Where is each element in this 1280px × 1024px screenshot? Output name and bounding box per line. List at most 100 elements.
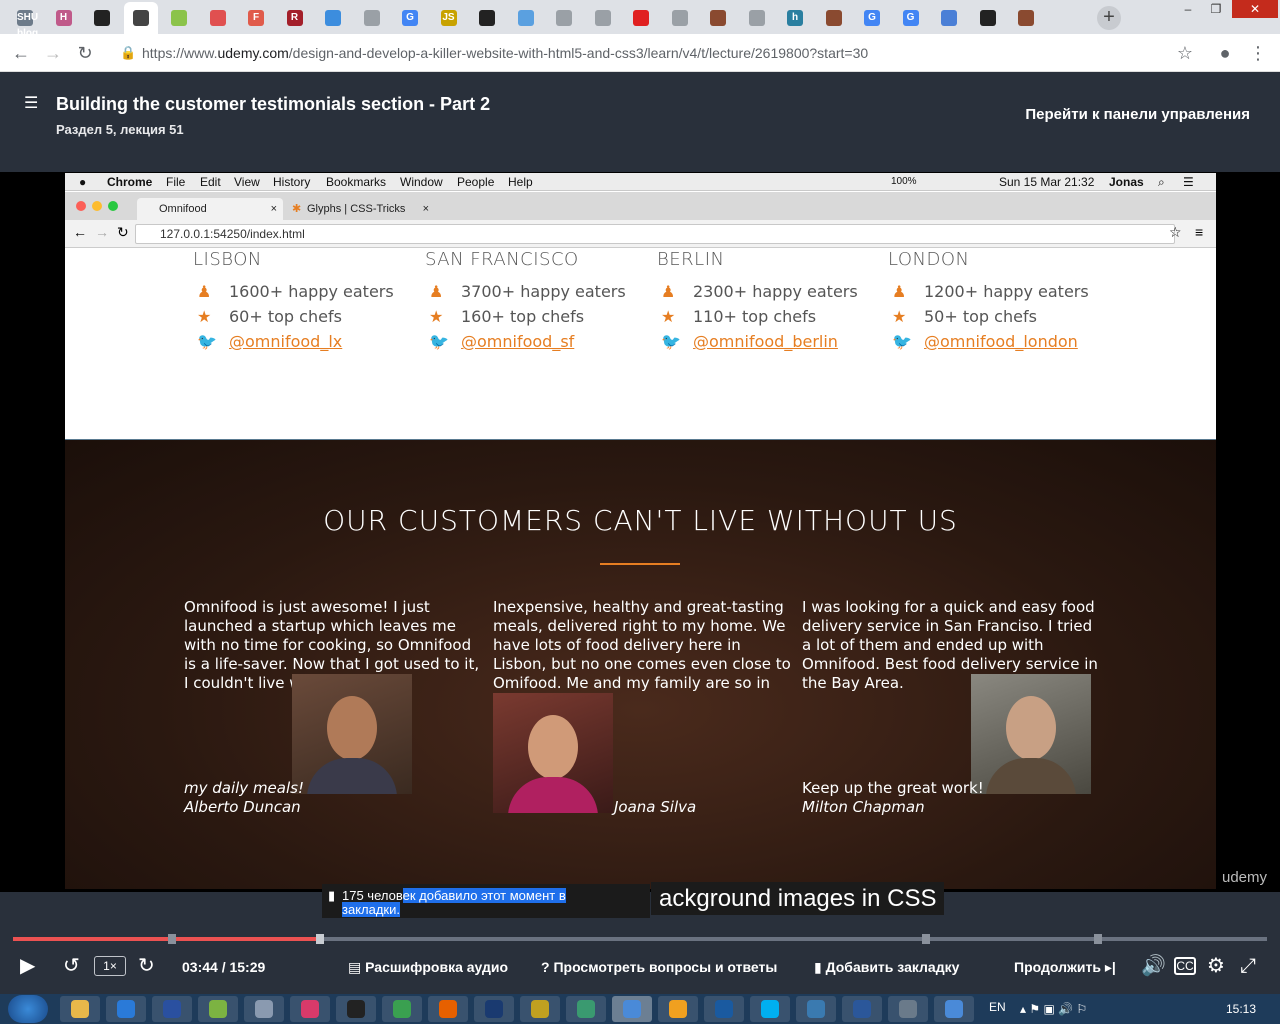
browser-tab[interactable]: R [278, 6, 312, 30]
browser-tab[interactable] [586, 6, 620, 30]
taskbar-app[interactable] [888, 996, 928, 1022]
testimonial-tail: my daily meals! [184, 779, 304, 797]
reload-icon[interactable]: ↻ [72, 40, 98, 66]
browser-tab[interactable]: H [47, 6, 81, 30]
testimonials-section: OUR CUSTOMERS CAN'T LIVE WITHOUT US Omni… [65, 439, 1216, 889]
browser-tab[interactable]: F [239, 6, 273, 30]
bookmark-marker[interactable] [1094, 934, 1102, 944]
forward-icon[interactable]: → [40, 40, 66, 66]
playhead[interactable] [316, 934, 324, 944]
continue-button[interactable]: Продолжить ▸| [1014, 958, 1116, 976]
play-icon[interactable]: ▶ [20, 954, 35, 978]
taskbar-app[interactable] [658, 996, 698, 1022]
address-bar[interactable]: 🔒 https://www.udemy.com/design-and-devel… [114, 38, 1204, 68]
taskbar-app[interactable] [474, 996, 514, 1022]
volume-icon[interactable]: 🔊 [1141, 954, 1166, 978]
browser-tab[interactable] [663, 6, 697, 30]
dashboard-link[interactable]: Перейти к панели управления [1025, 106, 1250, 123]
r-icon: R [286, 10, 303, 26]
inner-tab-omnifood: Omnifood × [137, 198, 283, 220]
settings-icon[interactable]: ⚙ [1207, 954, 1225, 978]
add-bookmark-button[interactable]: ▮ Добавить закладку [814, 958, 959, 976]
oo-icon [301, 1000, 319, 1018]
browser-tab[interactable] [624, 6, 658, 30]
taskbar-clock[interactable]: 15:13 [1226, 1002, 1256, 1016]
taskbar-app[interactable] [106, 996, 146, 1022]
browser-tab[interactable] [85, 6, 119, 30]
browser-tab[interactable] [509, 6, 543, 30]
browser-tab[interactable]: h [778, 6, 812, 30]
transcript-label: Расшифровка аудио [365, 959, 509, 975]
firefox-icon [439, 1000, 457, 1018]
browser-tab[interactable] [355, 6, 389, 30]
taskbar-app[interactable] [566, 996, 606, 1022]
back-icon[interactable]: ← [8, 40, 34, 66]
taskbar-app[interactable] [796, 996, 836, 1022]
start-button-icon[interactable] [8, 995, 48, 1023]
browser-tab[interactable]: G [393, 6, 427, 30]
forward-icon[interactable]: ↻ [138, 954, 155, 978]
captions-icon[interactable]: CC [1174, 957, 1196, 975]
browser-tab[interactable] [123, 2, 158, 34]
bookmark-notice: ▮ 175 человек добавило этот момент в закл… [322, 884, 650, 918]
browser-tab[interactable] [547, 6, 581, 30]
browser-tab[interactable] [470, 6, 504, 30]
progress-bar[interactable] [13, 934, 1267, 944]
maximize-icon[interactable]: ❐ [1202, 0, 1230, 18]
testimonial-author: Joana Silva [614, 798, 697, 816]
inner-tab-glyphs: ✱ Glyphs | CSS-Tricks × [285, 198, 435, 220]
browser-tab[interactable] [971, 6, 1005, 30]
taskbar-app[interactable] [60, 996, 100, 1022]
taskbar-app[interactable] [842, 996, 882, 1022]
new-tab-button[interactable]: + [1097, 6, 1121, 30]
mac-menu-item: People [457, 175, 495, 189]
browser-tab[interactable] [740, 6, 774, 30]
star-icon[interactable]: ☆ [1172, 40, 1198, 66]
skip-icon: ▸| [1100, 959, 1116, 975]
shu-blog-icon: SHU blog [17, 10, 38, 39]
browser-tab[interactable] [162, 6, 196, 30]
taskbar-app[interactable] [382, 996, 422, 1022]
twitter-icon: 🐦 [429, 332, 449, 351]
close-window-icon[interactable]: ✕ [1232, 0, 1278, 18]
taskbar-app[interactable] [750, 996, 790, 1022]
browser-tab[interactable]: G [894, 6, 928, 30]
taskbar-app[interactable] [520, 996, 560, 1022]
browser-tab[interactable]: JS [432, 6, 466, 30]
minimize-icon[interactable]: – [1174, 0, 1202, 18]
profile-icon[interactable]: ● [1212, 40, 1238, 66]
taskbar-app[interactable] [244, 996, 284, 1022]
bookmark-marker[interactable] [922, 934, 930, 944]
taskbar-app[interactable] [336, 996, 376, 1022]
taskbar-app[interactable] [290, 996, 330, 1022]
language-indicator[interactable]: EN [989, 1000, 1006, 1014]
browser-tab[interactable]: SHU blog [8, 6, 42, 39]
apple-icon: ● [79, 175, 87, 189]
taskbar-app[interactable] [428, 996, 468, 1022]
taskbar-app[interactable] [934, 996, 974, 1022]
browser-tab[interactable]: G [855, 6, 889, 30]
curriculum-menu-icon[interactable]: ☰ [24, 96, 40, 112]
transcript-button[interactable]: ▤ Расшифровка аудио [348, 958, 508, 976]
browser-tab[interactable] [817, 6, 851, 30]
browser-tab[interactable] [932, 6, 966, 30]
bookmark-marker[interactable] [168, 934, 176, 944]
browser-tab[interactable] [701, 6, 735, 30]
rewind-icon[interactable]: ↺ [63, 954, 80, 978]
continue-label: Продолжить [1014, 959, 1101, 975]
star-icon: ★ [661, 307, 676, 326]
windows-taskbar: EN ▴ ⚑ ▣ 🔊 ⚐ 15:13 [0, 994, 1280, 1024]
taskbar-app[interactable] [612, 996, 652, 1022]
speed-button[interactable]: 1× [94, 956, 126, 976]
taskbar-app[interactable] [152, 996, 192, 1022]
browser-tab[interactable] [201, 6, 235, 30]
video-frame-screen: ● Chrome File Edit View History Bookmark… [65, 173, 1216, 889]
reload-icon: ↻ [117, 224, 129, 240]
taskbar-app[interactable] [198, 996, 238, 1022]
menu-dots-icon[interactable]: ⋮ [1245, 40, 1271, 66]
browser-tab[interactable] [316, 6, 350, 30]
fullscreen-icon[interactable]: ⤢ [1240, 954, 1256, 978]
browser-tab[interactable] [1009, 6, 1043, 30]
taskbar-app[interactable] [704, 996, 744, 1022]
qa-button[interactable]: ? Просмотреть вопросы и ответы [541, 958, 777, 976]
